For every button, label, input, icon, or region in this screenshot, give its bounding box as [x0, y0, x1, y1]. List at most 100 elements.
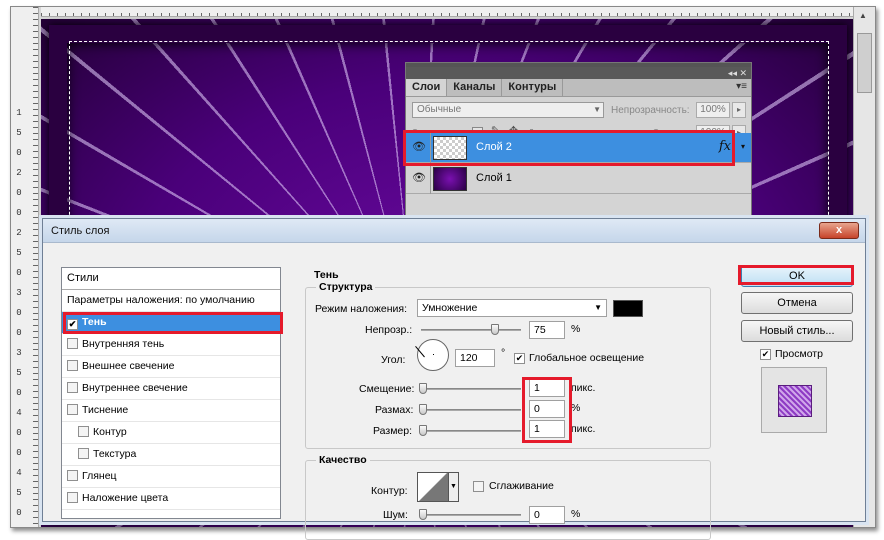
- style-item[interactable]: Внутреннее свечение: [62, 378, 280, 400]
- opacity-input[interactable]: 100%: [696, 102, 730, 118]
- opacity-slider-knob[interactable]: [491, 324, 499, 335]
- style-preview: [761, 367, 827, 433]
- global-light-checkbox[interactable]: ✔: [514, 353, 525, 364]
- close-button[interactable]: x: [819, 222, 859, 239]
- style-item-label: Глянец: [82, 470, 117, 482]
- ruler-number: 0: [16, 448, 22, 458]
- angle-dial[interactable]: [415, 339, 449, 371]
- style-item-label: Внутренняя тень: [82, 338, 165, 350]
- ruler-number: 4: [16, 468, 22, 478]
- antialias-label: Сглаживание: [489, 480, 554, 492]
- ruler-number: 2: [16, 228, 22, 238]
- distance-slider[interactable]: [421, 388, 521, 390]
- preview-checkbox[interactable]: ✔: [760, 349, 771, 360]
- vertical-ruler[interactable]: 1 5 0 2 0 0 2 5 0 3 0 0 3 5 0 4 0 0 4 5 0: [11, 7, 39, 527]
- ruler-number: 0: [16, 428, 22, 438]
- style-item[interactable]: Наложение цвета: [62, 488, 280, 510]
- style-item-label: Внутреннее свечение: [82, 382, 188, 394]
- style-checkbox[interactable]: [67, 470, 78, 481]
- contour-preview[interactable]: [417, 472, 449, 502]
- ruler-number: 0: [16, 148, 22, 158]
- ruler-number: 5: [16, 248, 22, 258]
- angle-input[interactable]: 120: [455, 349, 495, 367]
- shadow-group-title: Тень: [311, 269, 342, 281]
- scrollbar-thumb[interactable]: [857, 33, 872, 93]
- angle-needle: [415, 345, 425, 358]
- distance-unit: пикс.: [571, 382, 596, 394]
- tab-channels[interactable]: Каналы: [447, 79, 503, 96]
- opacity-arrow-icon[interactable]: ▸: [732, 102, 746, 118]
- style-item[interactable]: Текстура: [62, 444, 280, 466]
- panel-tabs: Слои Каналы Контуры ▾≡: [406, 79, 751, 97]
- style-item-label: Тиснение: [82, 404, 129, 416]
- style-item-label: Контур: [93, 426, 127, 438]
- highlight-box-ok: [738, 265, 854, 285]
- size-slider[interactable]: [421, 430, 521, 432]
- layer-row-sloy1[interactable]: 👁︎ Слой 1: [406, 164, 751, 194]
- eye-icon[interactable]: 👁︎: [412, 172, 426, 184]
- ruler-number: 3: [16, 348, 22, 358]
- panel-collapse-icon[interactable]: ◂◂ ✕: [728, 67, 747, 79]
- size-unit: пикс.: [571, 423, 596, 435]
- size-slider-knob[interactable]: [419, 425, 427, 436]
- style-item[interactable]: Внешнее свечение: [62, 356, 280, 378]
- ruler-number: 0: [16, 268, 22, 278]
- preview-label: Просмотр: [775, 348, 823, 360]
- distance-slider-knob[interactable]: [419, 383, 427, 394]
- style-checkbox[interactable]: [67, 492, 78, 503]
- style-item[interactable]: Контур: [62, 422, 280, 444]
- spread-slider-knob[interactable]: [419, 404, 427, 415]
- horizontal-ruler[interactable]: [41, 7, 875, 17]
- ruler-number: 1: [16, 108, 22, 118]
- style-checkbox[interactable]: [67, 382, 78, 393]
- new-style-button[interactable]: Новый стиль...: [741, 320, 853, 342]
- spread-slider[interactable]: [421, 409, 521, 411]
- style-checkbox[interactable]: [67, 338, 78, 349]
- tab-paths[interactable]: Контуры: [502, 79, 564, 96]
- contour-dropdown-arrow-icon[interactable]: ▼: [449, 472, 459, 502]
- dialog-titlebar[interactable]: Стиль слоя x: [43, 219, 865, 243]
- tab-layers[interactable]: Слои: [406, 79, 448, 96]
- blend-mode-dropdown[interactable]: Умножение ▼: [417, 299, 607, 317]
- distance-label: Смещение:: [359, 383, 415, 395]
- noise-slider[interactable]: [421, 514, 521, 516]
- layer-thumbnail: [433, 167, 467, 191]
- blend-mode-select[interactable]: Обычные ▼: [412, 102, 604, 118]
- blend-options-item[interactable]: Параметры наложения: по умолчанию: [62, 290, 280, 312]
- noise-label: Шум:: [383, 509, 408, 521]
- style-checkbox[interactable]: [67, 360, 78, 371]
- style-checkbox[interactable]: [67, 404, 78, 415]
- antialias-checkbox[interactable]: [473, 481, 484, 492]
- ruler-number: 0: [16, 328, 22, 338]
- expand-effects-icon[interactable]: ▾: [741, 142, 745, 151]
- noise-input[interactable]: 0: [529, 506, 565, 524]
- style-item[interactable]: Глянец: [62, 466, 280, 488]
- style-checkbox[interactable]: [78, 426, 89, 437]
- ruler-number: 0: [16, 188, 22, 198]
- style-checkbox[interactable]: [78, 448, 89, 459]
- noise-unit: %: [571, 508, 581, 520]
- ruler-number: 5: [16, 368, 22, 378]
- panel-menu-icon[interactable]: ▾≡: [736, 81, 747, 92]
- shadow-color-swatch[interactable]: [613, 300, 643, 317]
- style-settings: Тень Структура Режим наложения: Умножени…: [295, 267, 725, 540]
- styles-header[interactable]: Стили: [62, 268, 280, 290]
- ruler-number: 4: [16, 408, 22, 418]
- ruler-number: 2: [16, 168, 22, 178]
- opacity-input[interactable]: 75: [529, 321, 565, 339]
- noise-slider-knob[interactable]: [419, 509, 427, 520]
- highlight-box-shadow: [63, 312, 283, 334]
- structure-title: Структура: [316, 281, 376, 293]
- ruler-number: 5: [16, 128, 22, 138]
- panel-titlebar[interactable]: ◂◂ ✕: [406, 67, 751, 79]
- style-item[interactable]: Внутренняя тень: [62, 334, 280, 356]
- style-item[interactable]: Тиснение: [62, 400, 280, 422]
- scroll-up-arrow-icon[interactable]: ▲: [859, 11, 867, 20]
- size-label: Размер:: [373, 425, 413, 437]
- chevron-down-icon: ▼: [594, 303, 602, 312]
- styles-list: Стили Параметры наложения: по умолчанию …: [61, 267, 281, 519]
- opacity-slider[interactable]: [421, 329, 521, 331]
- cancel-button[interactable]: Отмена: [741, 292, 853, 314]
- spread-unit: %: [571, 402, 581, 414]
- opacity-label: Непрозрачность:: [611, 105, 690, 116]
